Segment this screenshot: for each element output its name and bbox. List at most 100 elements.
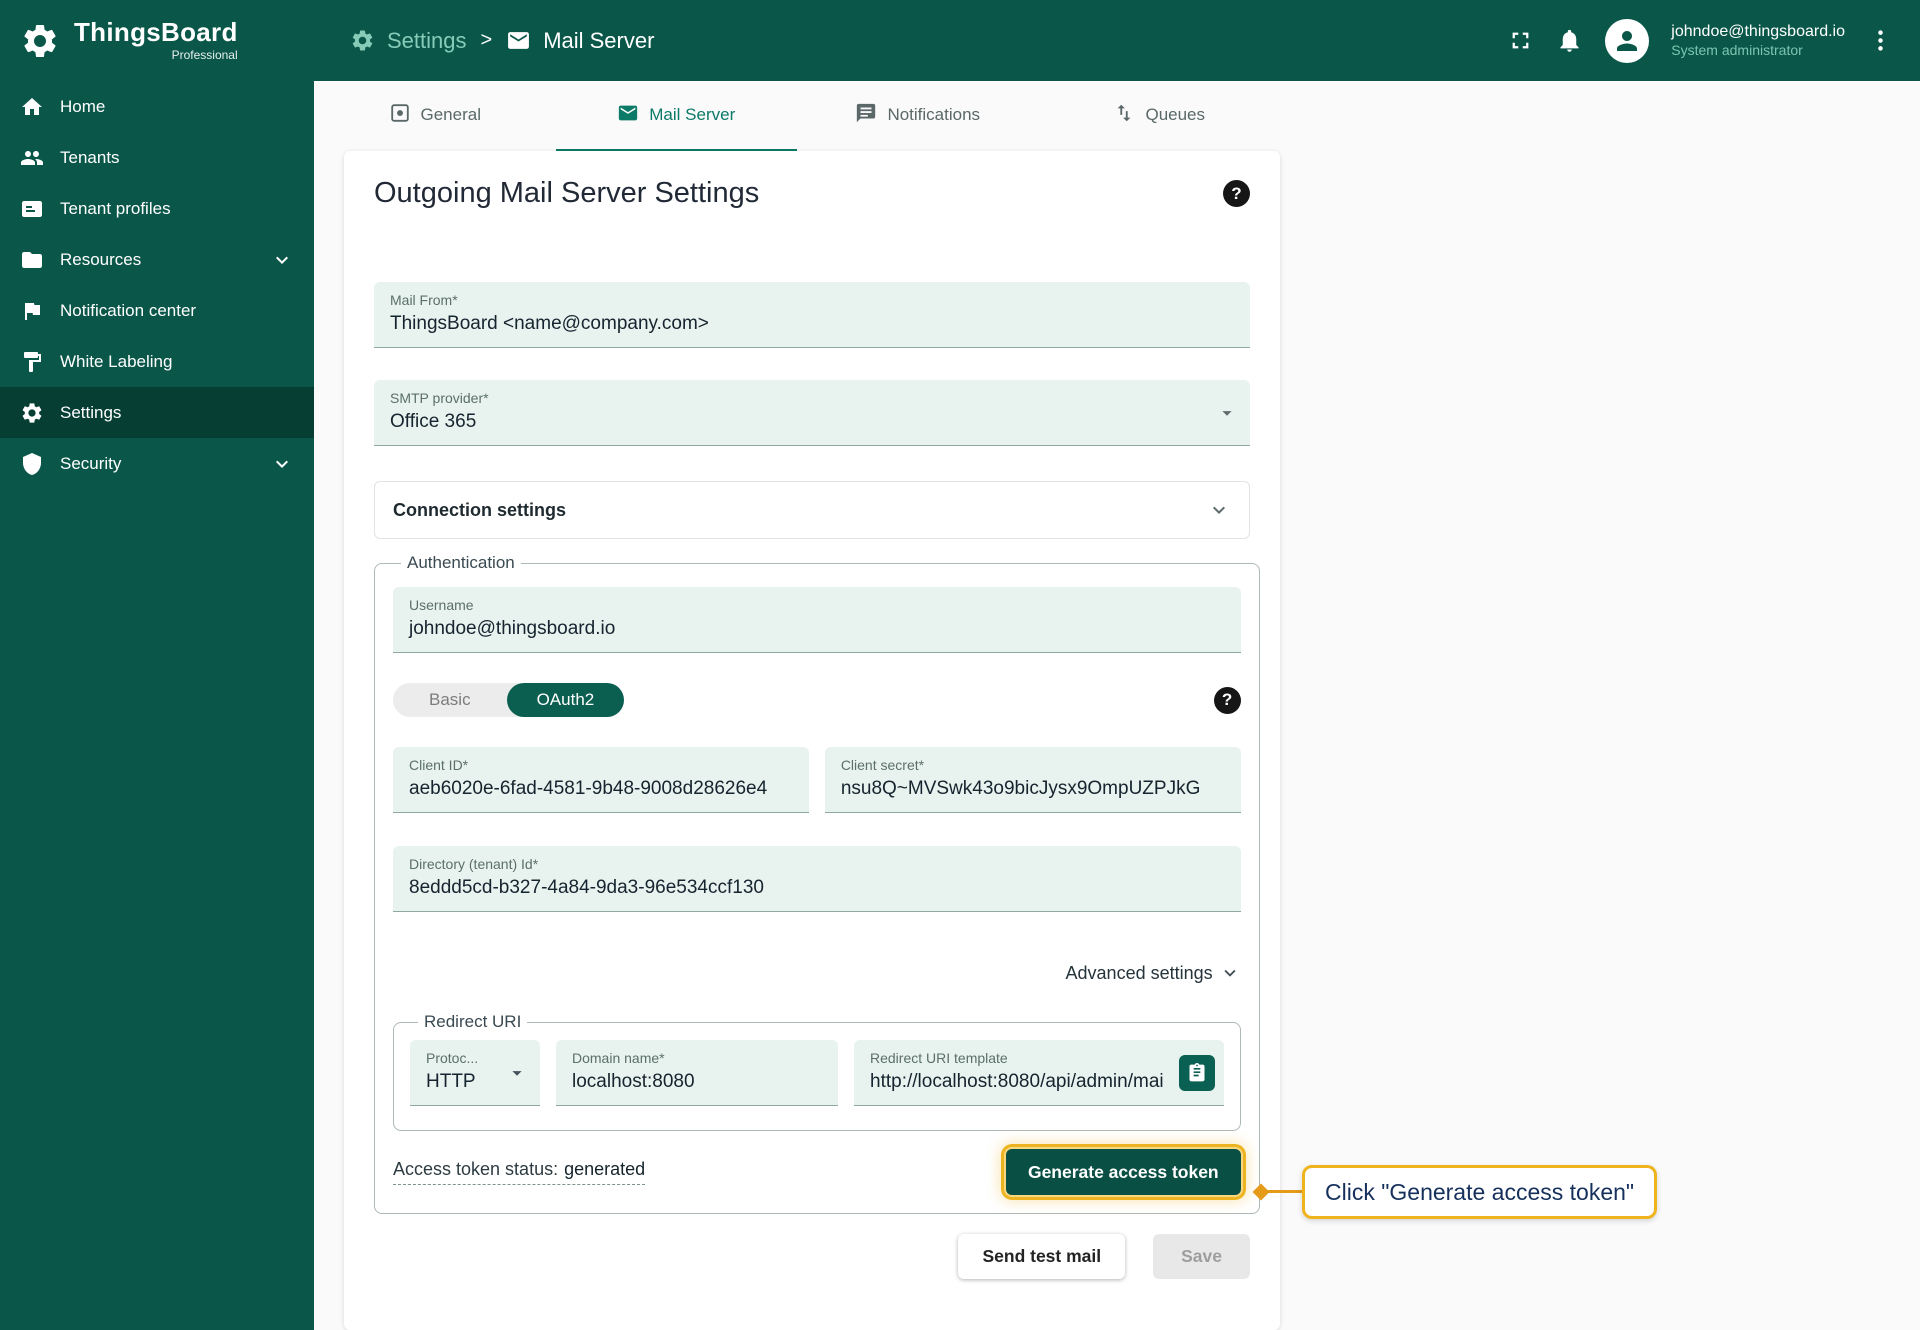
tenant-id-value: 8eddd5cd-b327-4a84-9da3-96e534ccf130 [409,877,764,898]
brand[interactable]: ThingsBoard Professional [0,0,314,81]
username-value: johndoe@thingsboard.io [409,618,616,639]
tabs-bar: General Mail Server Notifications Queues [314,81,1280,151]
connection-settings-expander[interactable]: Connection settings [374,481,1250,539]
protocol-select[interactable]: Protoc... HTTP [410,1040,540,1106]
tab-label: Mail Server [649,105,736,124]
redirect-uri-template-label: Redirect URI template [870,1050,1008,1066]
auth-type-toggle: Basic OAuth2 [393,683,625,717]
mail-from-input[interactable]: Mail From* ThingsBoard <name@company.com… [374,282,1250,348]
tab-general[interactable]: General [314,81,556,151]
notifications-tab-icon [855,102,877,129]
protocol-label: Protoc... [426,1050,479,1066]
user-role: System administrator [1671,41,1803,58]
fullscreen-icon[interactable] [1507,27,1534,54]
chevron-down-icon [1224,969,1236,977]
card-header: Outgoing Mail Server Settings ? [374,177,1250,210]
paint-icon [20,350,44,374]
profile-card-icon [20,197,44,221]
sidebar-item-label: Tenants [60,147,120,167]
domain-name-value: localhost:8080 [572,1071,695,1092]
tenant-id-input[interactable]: Directory (tenant) Id* 8eddd5cd-b327-4a8… [393,846,1241,912]
dropdown-caret-icon [506,1062,528,1084]
sidebar-item-label: Notification center [60,300,197,320]
sidebar-item-label: Resources [60,249,142,269]
sidebar-item-label: Settings [60,402,122,422]
user-info: johndoe@thingsboard.io System administra… [1671,22,1845,60]
generate-access-token-button[interactable]: Generate access token [1005,1149,1241,1195]
smtp-provider-label: SMTP provider* [390,390,489,406]
send-test-mail-button[interactable]: Send test mail [958,1234,1126,1279]
sidebar-item-label: White Labeling [60,351,173,371]
username-input[interactable]: Username johndoe@thingsboard.io [393,587,1241,653]
sidebar-item-white-labeling[interactable]: White Labeling [0,336,314,387]
sidebar-item-security[interactable]: Security [0,438,314,489]
mail-tab-icon [617,102,639,129]
chevron-down-icon [1207,498,1231,522]
smtp-provider-select[interactable]: SMTP provider* Office 365 [374,380,1250,446]
tab-label: General [420,105,481,124]
protocol-value: HTTP [426,1071,476,1092]
client-secret-label: Client secret* [840,757,925,773]
form-actions: Send test mail Save [374,1234,1250,1279]
smtp-provider-value: Office 365 [390,411,477,432]
advanced-settings-expander[interactable]: Advanced settings [393,962,1241,984]
save-button[interactable]: Save [1153,1234,1250,1279]
tab-notifications[interactable]: Notifications [797,81,1039,151]
auth-type-row: Basic OAuth2 ? [393,683,1241,717]
help-icon[interactable]: ? [1223,180,1250,207]
authentication-fieldset: Authentication Username johndoe@thingsbo… [374,553,1260,1214]
sidebar-item-label: Tenant profiles [60,198,171,218]
notifications-bell-icon[interactable] [1556,27,1583,54]
breadcrumb: Settings > Mail Server [350,28,654,54]
user-avatar[interactable] [1605,18,1650,63]
flag-icon [20,299,44,323]
copy-icon [1189,1062,1205,1081]
username-label: Username [409,597,474,613]
content-area: Outgoing Mail Server Settings ? Mail Fro… [314,151,1920,1330]
client-secret-input[interactable]: Client secret* nsu8Q~MVSwk43o9bicJysx9Om… [824,747,1241,813]
mail-icon [506,28,531,53]
domain-name-input[interactable]: Domain name* localhost:8080 [556,1040,838,1106]
access-token-status: Access token status: generated [393,1159,646,1185]
redirect-uri-template-input[interactable]: Redirect URI template http://localhost:8… [854,1040,1224,1106]
toggle-basic-option[interactable]: Basic [393,690,507,710]
user-email: johndoe@thingsboard.io [1671,22,1845,40]
chevron-down-icon [270,452,294,476]
sidebar-item-settings[interactable]: Settings [0,387,314,438]
kebab-menu-icon[interactable] [1867,27,1894,54]
oauth-help-icon[interactable]: ? [1213,686,1241,714]
authentication-legend: Authentication [407,553,515,572]
advanced-settings-label: Advanced settings [1065,962,1213,983]
sidebar-item-resources[interactable]: Resources [0,234,314,285]
sidebar: ThingsBoard Professional Home Tenants Te… [0,0,314,1330]
sidebar-item-tenants[interactable]: Tenants [0,132,314,183]
redirect-uri-fieldset: Redirect URI Protoc... HTTP Domain name*… [393,1012,1241,1131]
sidebar-item-home[interactable]: Home [0,81,314,132]
sidebar-item-label: Security [60,453,122,473]
access-token-row: Access token status: generated Generate a… [393,1149,1241,1195]
copy-redirect-uri-button[interactable] [1178,1054,1215,1091]
tab-label: Notifications [887,105,981,124]
tenant-id-label: Directory (tenant) Id* [409,856,539,872]
brand-name: ThingsBoard [74,17,238,47]
home-icon [20,95,44,119]
client-id-value: aeb6020e-6fad-4581-9b48-9008d28626e4 [409,778,768,799]
redirect-uri-legend: Redirect URI [424,1012,522,1031]
toggle-oauth2-option[interactable]: OAuth2 [506,683,625,717]
tab-queues[interactable]: Queues [1039,81,1281,151]
sidebar-item-notification-center[interactable]: Notification center [0,285,314,336]
app-root: ThingsBoard Professional Home Tenants Te… [0,0,1920,1330]
brand-text: ThingsBoard Professional [74,19,238,62]
sidebar-item-tenant-profiles[interactable]: Tenant profiles [0,183,314,234]
client-secret-value: nsu8Q~MVSwk43o9bicJysx9OmpUZPJkG [840,778,1201,799]
client-credentials-row: Client ID* aeb6020e-6fad-4581-9b48-9008d… [393,747,1241,813]
client-id-input[interactable]: Client ID* aeb6020e-6fad-4581-9b48-9008d… [393,747,809,813]
connection-settings-label: Connection settings [393,499,567,520]
breadcrumb-settings-link[interactable]: Settings [387,28,467,54]
shield-icon [20,452,44,476]
tab-mail-server[interactable]: Mail Server [555,81,797,151]
header-actions: johndoe@thingsboard.io System administra… [1507,18,1894,63]
redirect-uri-template-value: http://localhost:8080/api/admin/mai [870,1071,1164,1092]
mail-from-value: ThingsBoard <name@company.com> [390,313,709,334]
main-column: Settings > Mail Server johndoe@thingsboa… [314,0,1920,1330]
